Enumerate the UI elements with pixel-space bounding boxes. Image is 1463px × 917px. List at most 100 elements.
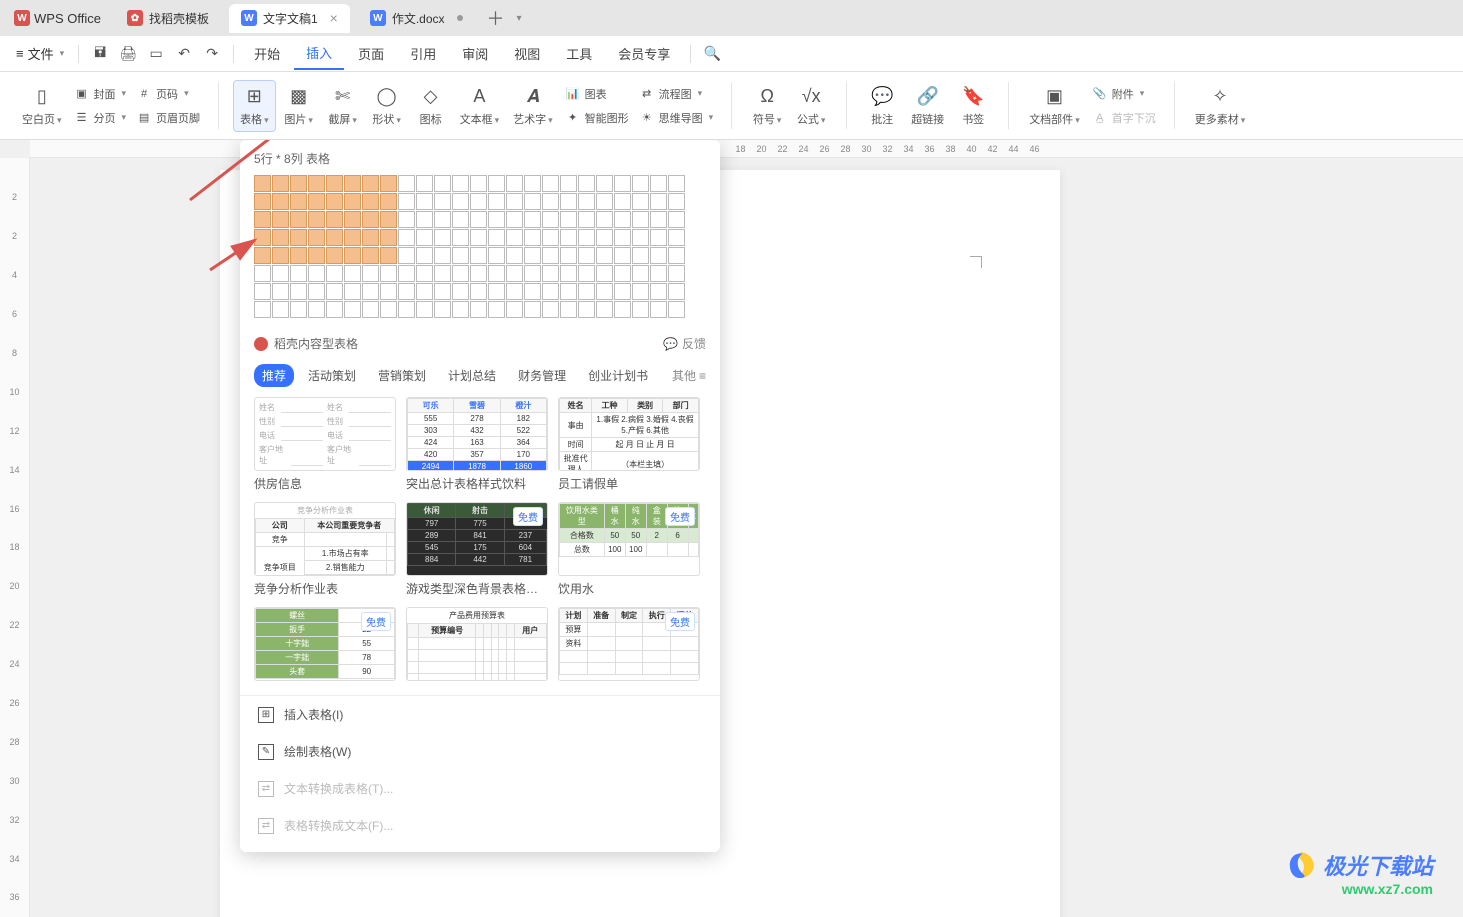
- page-break-button[interactable]: ☰分页▾: [70, 107, 131, 129]
- wordart-icon: 𝑨: [521, 85, 545, 109]
- docer-logo-icon: [254, 337, 268, 351]
- draw-table-menu-item[interactable]: ✎绘制表格(W): [240, 733, 720, 770]
- category-tab-recommended[interactable]: 推荐: [254, 364, 294, 387]
- doc-parts-button[interactable]: ▣文档部件▾: [1023, 81, 1086, 131]
- hyperlink-button[interactable]: 🔗超链接: [905, 81, 950, 131]
- screenshot-button[interactable]: ✄截屏▾: [322, 81, 364, 131]
- template-card[interactable]: 产品费用预算表 预算编号用户: [406, 607, 548, 685]
- category-tab[interactable]: 活动策划: [300, 364, 364, 387]
- print-button[interactable]: 🖨: [115, 41, 141, 67]
- template-thumbnail: 免费 休闲射击797775289841237545175604884442781: [406, 502, 548, 576]
- template-category-tabs: 推荐 活动策划 营销策划 计划总结 财务管理 创业计划书 其他 ≡: [240, 358, 720, 393]
- tab-document-2[interactable]: W 作文.docx: [358, 4, 475, 33]
- equation-icon: √x: [799, 85, 823, 109]
- category-more-button[interactable]: 其他 ≡: [672, 367, 706, 384]
- shapes-button[interactable]: ◯形状▾: [366, 81, 408, 131]
- tab-overflow-caret-icon[interactable]: ▾: [517, 13, 522, 24]
- title-bar: W WPS Office ✿ 找稻壳模板 W 文字文稿1 × W 作文.docx…: [0, 0, 1463, 36]
- page-number-button[interactable]: #页码▾: [132, 83, 204, 105]
- redo-button[interactable]: ↷: [199, 41, 225, 67]
- menu-insert[interactable]: 插入: [294, 37, 344, 70]
- template-thumbnail: 免费 螺丝42扳手22十字鈯55一字鈯78头套90: [254, 607, 396, 681]
- equation-button[interactable]: √x公式▾: [790, 81, 832, 131]
- bookmark-button[interactable]: 🔖书签: [952, 81, 994, 131]
- menu-view[interactable]: 视图: [502, 38, 552, 69]
- symbol-button[interactable]: Ω符号▾: [746, 81, 788, 131]
- tab-document-1[interactable]: W 文字文稿1 ×: [229, 4, 350, 33]
- popup-footer: ⊞插入表格(I) ✎绘制表格(W) ⇄文本转换成表格(T)... ⇄表格转换成文…: [240, 695, 720, 844]
- menu-home[interactable]: 开始: [242, 38, 292, 69]
- close-icon[interactable]: ×: [330, 10, 338, 26]
- attachment-button[interactable]: 📎附件▾: [1088, 83, 1160, 105]
- category-tab[interactable]: 财务管理: [510, 364, 574, 387]
- cover-button[interactable]: ▣封面▾: [70, 83, 131, 105]
- free-badge: 免费: [513, 507, 543, 526]
- textbox-button[interactable]: A文本框▾: [454, 81, 506, 131]
- dropcap-button[interactable]: A̲首字下沉: [1088, 107, 1160, 129]
- template-thumbnail: 可乐雪碧橙汁5552781823034325224241633644203571…: [406, 397, 548, 471]
- break-icon: ☰: [74, 110, 90, 126]
- menu-tools[interactable]: 工具: [554, 38, 604, 69]
- template-card[interactable]: 免费 饮用水类型桶水纯水盒装饮料X合格数505026总数100100 饮用水: [558, 502, 700, 597]
- vertical-ruler[interactable]: 224681012141618202224262830323436: [0, 158, 30, 917]
- new-tab-button[interactable]: ＋: [483, 5, 509, 31]
- template-card[interactable]: 姓名工种类别部门事由1.事假 2.病假 3.婚假 4.丧假 5.产假 6.其他时…: [558, 397, 700, 492]
- convert-icon: ⇄: [258, 781, 274, 797]
- smartart-icon: ✦: [565, 110, 581, 126]
- mindmap-button[interactable]: ☀思维导图▾: [635, 107, 718, 129]
- comment-button[interactable]: 💬批注: [861, 81, 903, 131]
- template-card[interactable]: 免费 计划准备制定执行汇总 预算 资料: [558, 607, 700, 685]
- flowchart-button[interactable]: ⇄流程图▾: [635, 83, 718, 105]
- blank-page-button[interactable]: ▯空白页▾: [16, 81, 68, 131]
- comment-icon: 💬: [870, 85, 894, 109]
- category-tab[interactable]: 创业计划书: [580, 364, 656, 387]
- feedback-button[interactable]: 💬 反馈: [663, 335, 706, 352]
- table-icon: ⊞: [242, 85, 266, 109]
- table-button[interactable]: ⊞表格▾: [233, 80, 276, 132]
- mindmap-icon: ☀: [639, 110, 655, 126]
- header-footer-button[interactable]: ▤页眉页脚: [132, 107, 204, 129]
- menu-member[interactable]: 会员专享: [606, 38, 682, 69]
- file-menu-button[interactable]: ≡ 文件 ▾: [10, 40, 70, 67]
- smart-art-button[interactable]: ✦智能图形: [561, 107, 633, 129]
- ribbon-insert: ▯空白页▾ ▣封面▾ ☰分页▾ #页码▾ ▤页眉页脚 ⊞表格▾ ▩图片▾ ✄截屏…: [0, 72, 1463, 140]
- textbox-icon: A: [467, 85, 491, 109]
- more-assets-icon: ✧: [1208, 85, 1232, 109]
- menu-reference[interactable]: 引用: [398, 38, 448, 69]
- undo-button[interactable]: ↶: [171, 41, 197, 67]
- hyperlink-icon: 🔗: [916, 85, 940, 109]
- template-card[interactable]: 姓名姓名 性别性别 电话电话 客户地址客户地址 供房信息: [254, 397, 396, 492]
- icons-button[interactable]: ◇图标: [410, 81, 452, 131]
- template-card[interactable]: 免费 螺丝42扳手22十字鈯55一字鈯78头套90: [254, 607, 396, 685]
- template-card[interactable]: 可乐雪碧橙汁5552781823034325224241633644203571…: [406, 397, 548, 492]
- picture-button[interactable]: ▩图片▾: [278, 81, 320, 131]
- flowchart-icon: ⇄: [639, 86, 655, 102]
- search-button[interactable]: 🔍: [699, 41, 725, 67]
- print-preview-button[interactable]: ▭: [143, 41, 169, 67]
- watermark: 极光下载站 www.xz7.com: [1285, 849, 1433, 897]
- table-size-grid-picker[interactable]: [240, 171, 720, 329]
- category-tab[interactable]: 计划总结: [440, 364, 504, 387]
- template-card[interactable]: 竞争分析作业表 公司本公司重要竞争者竞争竞争项目1.市场占有率2.销售能力3.销…: [254, 502, 396, 597]
- tab-docer[interactable]: ✿ 找稻壳模板: [115, 4, 221, 33]
- symbol-icon: Ω: [755, 85, 779, 109]
- template-thumbnail: 产品费用预算表 预算编号用户: [406, 607, 548, 681]
- chart-button[interactable]: 📊图表: [561, 83, 633, 105]
- menu-page[interactable]: 页面: [346, 38, 396, 69]
- template-thumbnail: 姓名姓名 性别性别 电话电话 客户地址客户地址: [254, 397, 396, 471]
- wordart-button[interactable]: 𝑨艺术字▾: [507, 81, 559, 131]
- pagenum-icon: #: [136, 86, 152, 102]
- category-tab[interactable]: 营销策划: [370, 364, 434, 387]
- chat-icon: 💬: [663, 337, 678, 351]
- shapes-icon: ◯: [375, 85, 399, 109]
- free-badge: 免费: [361, 612, 391, 631]
- table-dropdown-popup: 5行 * 8列 表格 稻壳内容型表格 💬 反馈 推荐 活动策划 营销策划 计划总…: [240, 140, 720, 852]
- template-card[interactable]: 免费 休闲射击797775289841237545175604884442781…: [406, 502, 548, 597]
- insert-table-menu-item[interactable]: ⊞插入表格(I): [240, 696, 720, 733]
- menu-review[interactable]: 审阅: [450, 38, 500, 69]
- table-icon: ⊞: [258, 707, 274, 723]
- save-button[interactable]: 🖬: [87, 41, 113, 67]
- more-assets-button[interactable]: ✧更多素材▾: [1189, 81, 1252, 131]
- screenshot-icon: ✄: [331, 85, 355, 109]
- table-to-text-menu-item: ⇄表格转换成文本(F)...: [240, 807, 720, 844]
